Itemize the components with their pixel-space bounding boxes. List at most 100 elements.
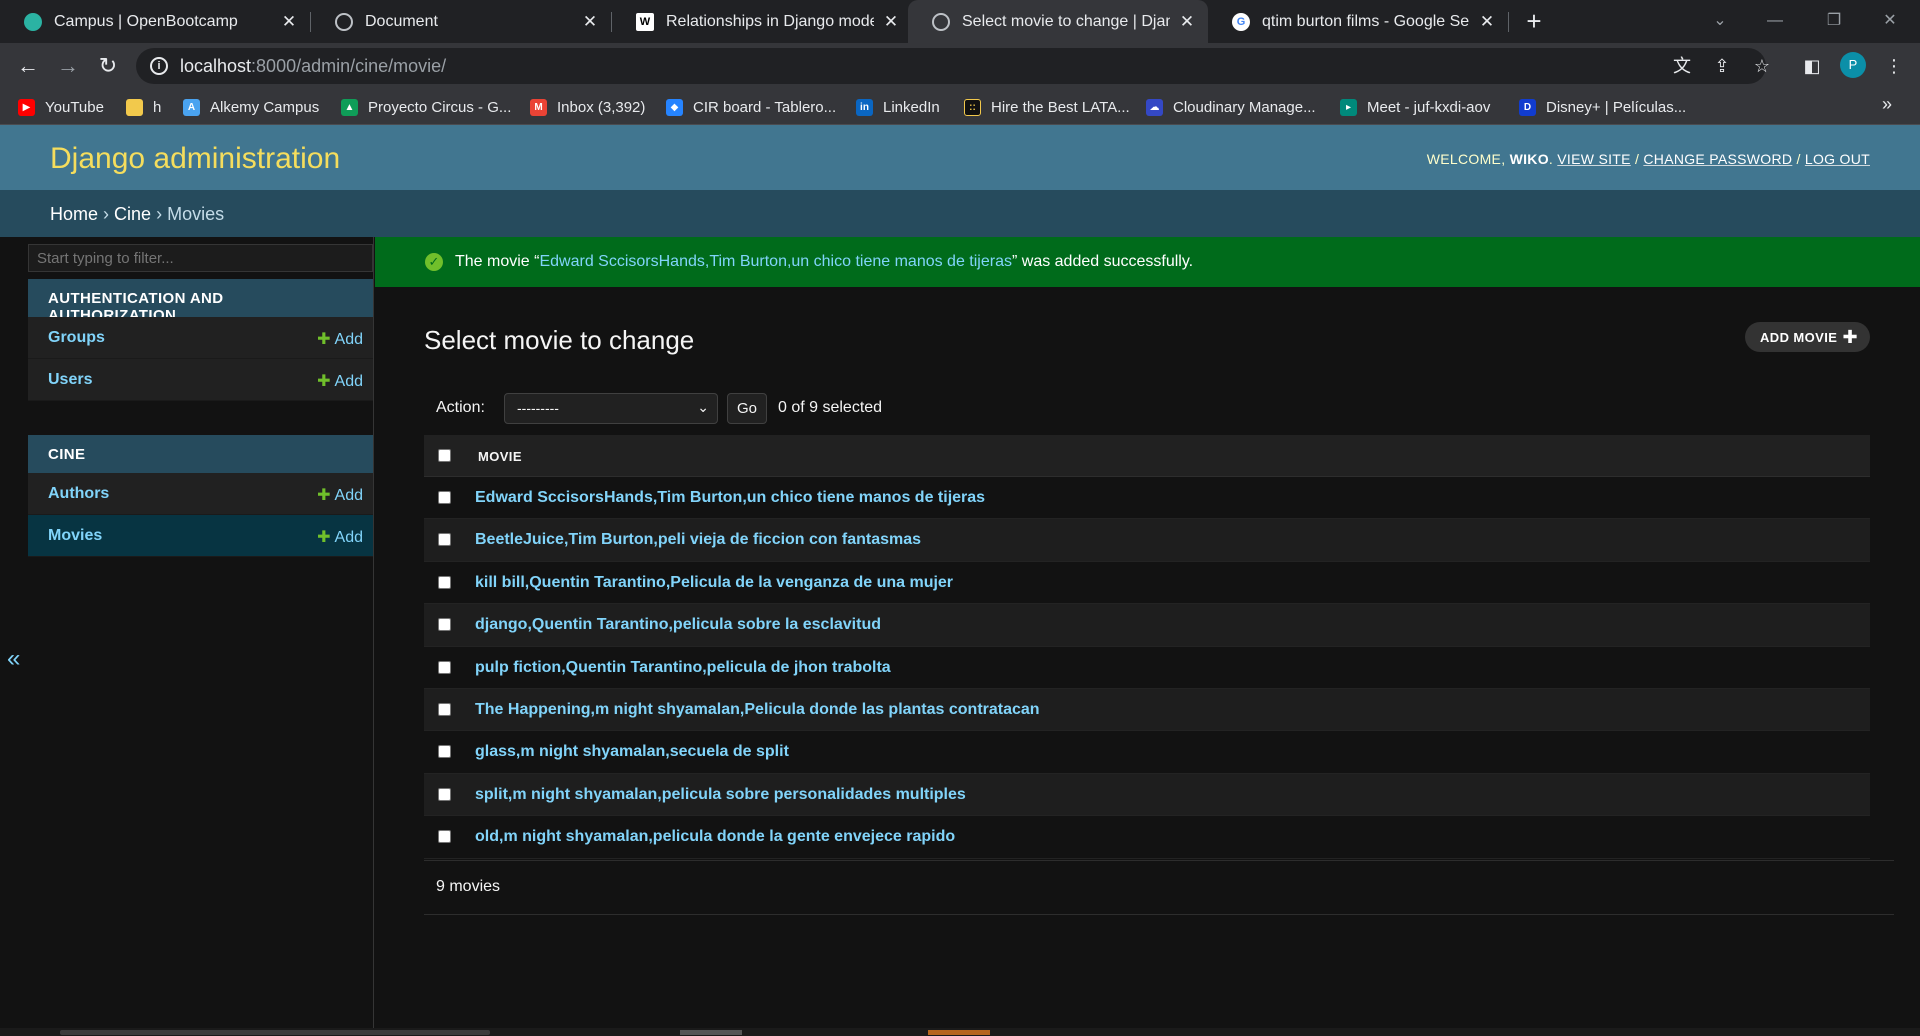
reload-icon[interactable]: ↻ [94,52,122,80]
bookmark-hire-latam[interactable]: :: Hire the Best LATA... [964,96,1130,118]
table-row: The Happening,m night shyamalan,Pelicula… [424,688,1870,732]
menu-icon[interactable]: ⋮ [1880,52,1908,80]
more-bookmarks-icon[interactable]: » [1882,94,1892,115]
sidebar-link-authors[interactable]: Authors [48,485,109,503]
bookmark-proyecto-circus[interactable]: ▲ Proyecto Circus - G... [341,96,511,118]
sidebar-link-users[interactable]: Users [48,371,92,389]
module-auth-caption[interactable]: AUTHENTICATION AND AUTHORIZATION [28,279,373,324]
log-out-link[interactable]: LOG OUT [1805,151,1870,167]
movie-link[interactable]: The Happening,m night shyamalan,Pelicula… [475,701,1040,719]
close-icon[interactable]: ✕ [1178,12,1196,32]
nav-filter-input[interactable] [28,244,373,272]
add-movie-button[interactable]: ADD MOVIE ✚ [1745,322,1870,352]
bookmark-star-icon[interactable]: ☆ [1748,52,1776,80]
restore-icon[interactable]: ❐ [1814,6,1854,36]
tab-select-movie[interactable]: Select movie to change | Django ✕ [908,0,1208,43]
site-info-icon[interactable]: i [150,57,168,75]
go-button[interactable]: Go [727,393,767,424]
row-checkbox[interactable] [438,618,451,632]
view-site-link[interactable]: VIEW SITE [1557,151,1631,167]
sidebar-link-movies[interactable]: Movies [48,527,102,545]
collapse-sidebar-icon[interactable]: « [7,645,20,673]
new-tab-button[interactable]: + [1520,6,1548,36]
bookmark-h[interactable]: h [126,96,161,118]
add-authors-link[interactable]: ✚ Add [317,485,363,505]
sidebar-item-movies: Movies ✚ Add [28,515,373,557]
table-row: old,m night shyamalan,pelicula donde la … [424,816,1870,859]
bookmark-cir-board[interactable]: ◆ CIR board - Tablero... [666,96,836,118]
tab-document[interactable]: Document ✕ [311,0,611,43]
row-checkbox[interactable] [438,660,451,674]
row-checkbox[interactable] [438,787,451,801]
add-movies-link[interactable]: ✚ Add [317,527,363,547]
row-checkbox[interactable] [438,702,451,716]
tab-search-icon[interactable]: ⌄ [1700,6,1740,36]
movie-link[interactable]: glass,m night shyamalan,secuela de split [475,743,789,761]
tab-google-search[interactable]: G qtim burton films - Google Searc ✕ [1208,0,1508,43]
window-close-icon[interactable]: ✕ [1870,6,1910,36]
movie-link[interactable]: pulp fiction,Quentin Tarantino,pelicula … [475,659,891,677]
row-checkbox[interactable] [438,745,451,759]
minimize-icon[interactable]: — [1755,6,1795,36]
breadcrumb-home[interactable]: Home [50,204,98,224]
message-prefix: The movie “ [455,253,540,270]
movie-link[interactable]: split,m night shyamalan,pelicula sobre p… [475,786,966,804]
profile-avatar[interactable]: P [1840,52,1866,78]
movie-link[interactable]: kill bill,Quentin Tarantino,Pelicula de … [475,574,953,592]
row-checkbox[interactable] [438,533,451,547]
chevron-down-icon: ⌄ [697,399,709,415]
bookmark-youtube[interactable]: ▶ YouTube [18,96,104,118]
movie-link[interactable]: Edward SccisorsHands,Tim Burton,un chico… [475,489,985,507]
horizontal-scrollbar[interactable] [0,1028,1920,1036]
close-icon[interactable]: ✕ [882,12,900,32]
google-icon: G [1232,12,1250,31]
forward-icon[interactable]: → [54,52,82,80]
back-icon[interactable]: ← [14,52,42,80]
folder-icon [126,98,143,116]
message-movie-link[interactable]: Edward SccisorsHands,Tim Burton,un chico… [539,253,1012,270]
bookmarks-bar: ▶ YouTube h A Alkemy Campus ▲ Proyecto Circ… [0,88,1920,125]
row-checkbox[interactable] [438,575,451,589]
google-drive-icon: ▲ [341,98,358,116]
bookmark-alkemy[interactable]: A Alkemy Campus [183,96,319,118]
column-header-movie[interactable]: MOVIE [478,449,522,464]
table-row: pulp fiction,Quentin Tarantino,pelicula … [424,647,1870,689]
side-panel-icon[interactable]: ◧ [1798,52,1826,80]
close-icon[interactable]: ✕ [581,12,599,32]
close-icon[interactable]: ✕ [1478,12,1496,32]
select-all-checkbox[interactable] [438,449,451,462]
scrollbar-thumb[interactable] [60,1030,490,1035]
sidebar-item-authors: Authors ✚ Add [28,473,373,515]
close-icon[interactable]: ✕ [280,12,298,32]
translate-icon[interactable]: 文 [1668,52,1696,80]
row-checkbox[interactable] [438,491,451,504]
movie-link[interactable]: django,Quentin Tarantino,pelicula sobre … [475,616,881,634]
bookmark-disney[interactable]: D Disney+ | Películas... [1519,96,1686,118]
breadcrumb-cine[interactable]: Cine [114,204,151,224]
bookmark-meet[interactable]: ▸ Meet - juf-kxdi-aov [1340,96,1490,118]
bookmark-inbox[interactable]: M Inbox (3,392) [530,96,645,118]
sidebar-link-groups[interactable]: Groups [48,329,105,347]
message-suffix: ” was added successfully. [1011,253,1194,270]
movie-link[interactable]: old,m night shyamalan,pelicula donde la … [475,828,955,846]
tab-title: Document [365,12,438,30]
table-row: django,Quentin Tarantino,pelicula sobre … [424,604,1870,647]
add-groups-link[interactable]: ✚ Add [317,329,363,349]
plus-icon: ✚ [317,373,331,390]
breadcrumb: Home › Cine › Movies [0,190,1920,237]
user-tools: WELCOME, WIKO. VIEW SITE / CHANGE PASSWO… [1426,151,1870,167]
movie-link[interactable]: BeetleJuice,Tim Burton,peli vieja de fic… [475,531,921,549]
change-password-link[interactable]: CHANGE PASSWORD [1643,151,1792,167]
bookmark-cloudinary[interactable]: ☁ Cloudinary Manage... [1146,96,1316,118]
share-icon[interactable]: ⇪ [1708,52,1736,80]
action-select[interactable]: --------- ⌄ [504,393,718,424]
add-users-link[interactable]: ✚ Add [317,371,363,391]
row-checkbox[interactable] [438,830,451,844]
module-cine-caption[interactable]: CINE [28,435,373,473]
address-bar[interactable]: i localhost:8000/admin/cine/movie/ [136,48,1766,84]
tab-campus-openbootcamp[interactable]: Campus | OpenBootcamp ✕ [0,0,310,43]
tab-relationships-django[interactable]: W Relationships in Django models ✕ [612,0,912,43]
bookmark-linkedin[interactable]: in LinkedIn [856,96,940,118]
sidebar-collapse-toggle[interactable] [0,237,28,1036]
site-brand[interactable]: Django administration [50,142,340,176]
